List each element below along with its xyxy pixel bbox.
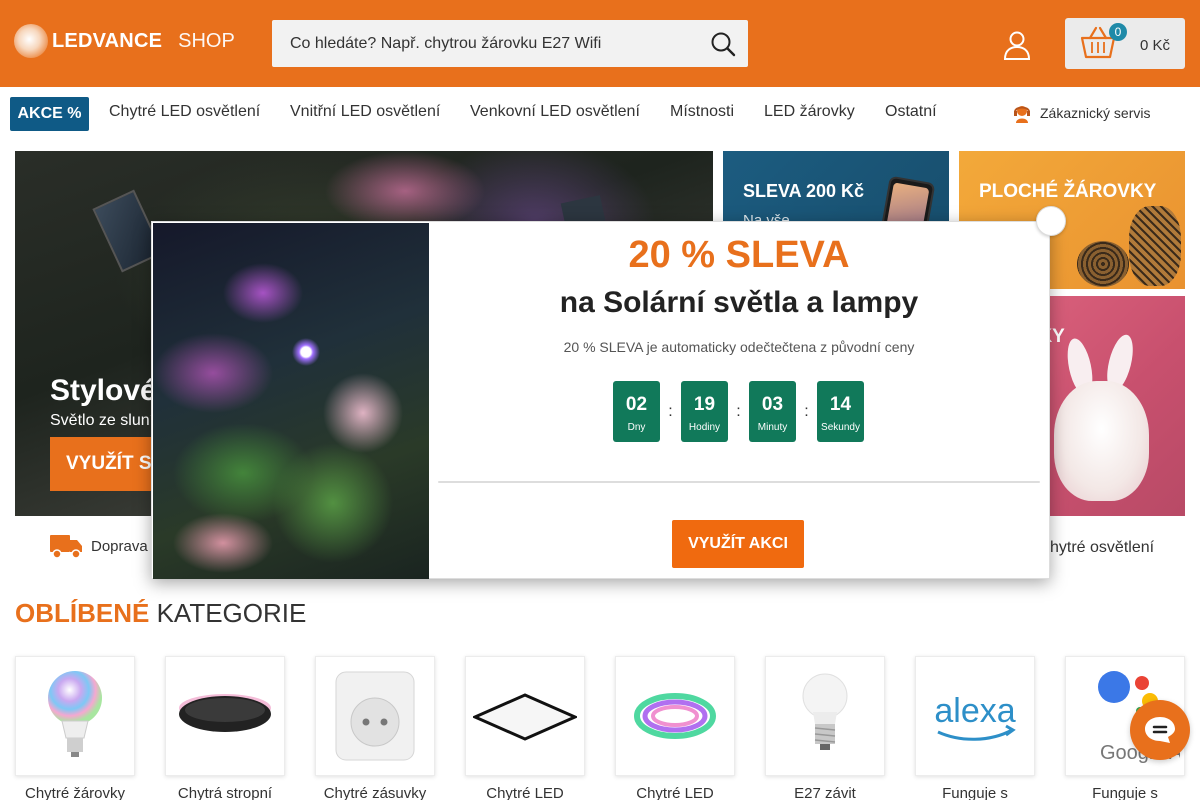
- promo-modal: 20 % SLEVA na Solární světla a lampy 20 …: [151, 206, 1066, 579]
- countdown-days: 02 Dny: [613, 381, 660, 442]
- countdown-separator: :: [668, 403, 673, 420]
- countdown-seconds: 14 Sekundy: [817, 381, 864, 442]
- modal-cta-button[interactable]: VYUŽÍT AKCI: [672, 520, 804, 568]
- countdown-minutes: 03 Minuty: [749, 381, 796, 442]
- modal-note: 20 % SLEVA je automaticky odečtečtena z …: [563, 339, 915, 355]
- countdown-minutes-label: Minuty: [757, 422, 788, 433]
- countdown-days-label: Dny: [627, 422, 646, 433]
- solar-lights-photo: [153, 223, 429, 579]
- countdown-seconds-value: 14: [829, 394, 852, 415]
- countdown-timer: 02 Dny : 19 Hodiny : 03 Minuty : 14 Seku…: [613, 381, 864, 442]
- modal-title: na Solární světla a lampy: [559, 286, 919, 319]
- countdown-hours: 19 Hodiny: [681, 381, 728, 442]
- modal-divider: [438, 481, 1040, 483]
- countdown-hours-value: 19: [693, 394, 716, 415]
- countdown-separator: :: [736, 403, 741, 420]
- modal-close-button[interactable]: [1036, 206, 1066, 236]
- countdown-separator: :: [804, 403, 809, 420]
- countdown-minutes-value: 03: [761, 394, 784, 415]
- countdown-days-value: 02: [625, 394, 648, 415]
- countdown-hours-label: Hodiny: [688, 422, 721, 433]
- countdown-seconds-label: Sekundy: [821, 422, 860, 433]
- modal-discount: 20 % SLEVA: [628, 234, 850, 276]
